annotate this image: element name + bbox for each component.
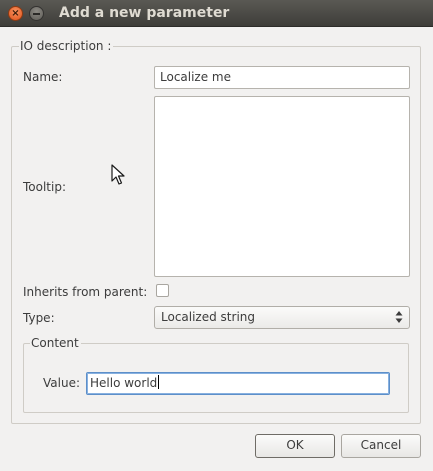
value-input[interactable]: Hello world xyxy=(86,372,390,395)
tooltip-textarea[interactable] xyxy=(154,96,410,277)
type-select[interactable]: Localized string xyxy=(154,306,410,329)
text-caret xyxy=(158,375,160,389)
tooltip-label: Tooltip: xyxy=(23,180,67,194)
ok-button[interactable]: OK xyxy=(255,434,335,458)
add-parameter-dialog: × Add a new parameter IO description : N… xyxy=(0,0,433,471)
inherits-from-parent-label: Inherits from parent: xyxy=(23,285,148,299)
value-input-text: Hello world xyxy=(90,376,158,390)
window-title: Add a new parameter xyxy=(59,5,230,21)
content-legend: Content xyxy=(30,336,81,350)
inherits-from-parent-checkbox[interactable] xyxy=(156,284,169,297)
up-down-arrows-icon xyxy=(395,311,403,323)
mouse-pointer-icon xyxy=(111,164,125,185)
close-icon[interactable]: × xyxy=(8,6,23,21)
io-description-legend: IO description : xyxy=(19,39,114,53)
name-label: Name: xyxy=(23,70,63,84)
value-label: Value: xyxy=(43,376,80,390)
name-input[interactable]: Localize me xyxy=(154,66,410,89)
type-select-value: Localized string xyxy=(161,310,255,324)
cancel-button[interactable]: Cancel xyxy=(341,434,421,458)
type-label: Type: xyxy=(23,311,55,325)
minimize-icon[interactable] xyxy=(29,6,44,21)
title-bar: × Add a new parameter xyxy=(0,0,433,27)
